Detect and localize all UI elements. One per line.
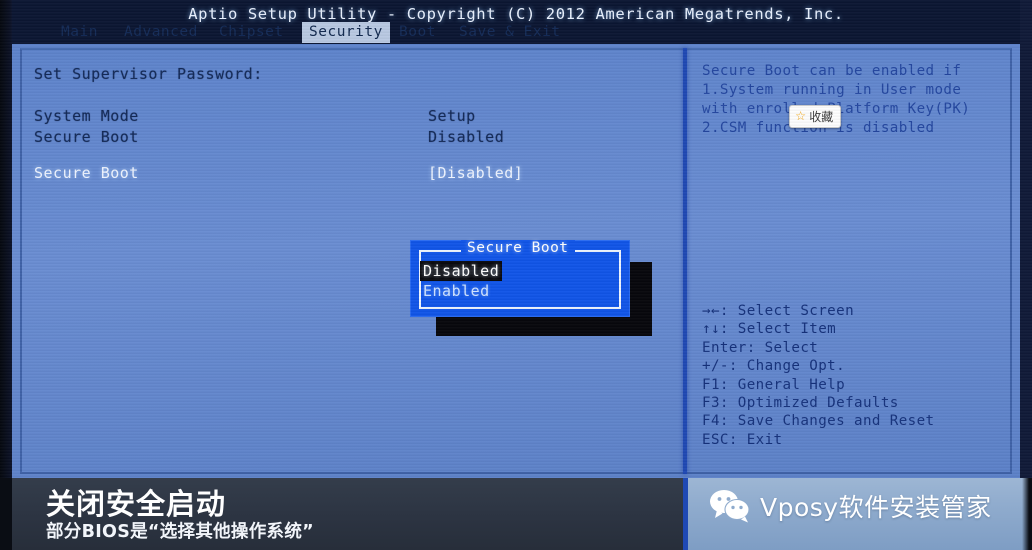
wechat-icon	[709, 489, 751, 523]
setting-label: System Mode	[34, 107, 139, 125]
screenshot-root: Aptio Setup Utility - Copyright (C) 2012…	[0, 0, 1032, 550]
tab-security[interactable]: Security	[302, 22, 390, 43]
setting-value: Disabled	[428, 128, 505, 146]
bios-title: Aptio Setup Utility - Copyright (C) 2012…	[188, 5, 844, 23]
key-legend-line: Enter: Select	[702, 339, 819, 356]
setting-label: Secure Boot	[34, 164, 139, 182]
star-icon: ☆	[795, 108, 807, 124]
help-pane: Secure Boot can be enabled if 1.System ru…	[702, 50, 1002, 470]
setting-row[interactable]: Set Supervisor Password:	[34, 64, 679, 85]
secure-boot-dialog[interactable]: Secure Boot Disabled Enabled	[410, 240, 652, 336]
tab-main[interactable]: Main	[54, 22, 105, 43]
brand-bar: Vposy软件安装管家	[683, 478, 1032, 550]
help-text-line: 2.CSM function is disabled	[702, 120, 935, 136]
bios-header-band: Aptio Setup Utility - Copyright (C) 2012…	[12, 0, 1020, 44]
setting-row[interactable]: Secure Boot Disabled	[34, 127, 679, 148]
key-legend-line: ESC: Exit	[702, 431, 783, 448]
dialog-title: Secure Boot	[461, 240, 575, 256]
help-text-line: Secure Boot can be enabled if	[702, 63, 962, 79]
key-legend-line: F3: Optimized Defaults	[702, 395, 899, 411]
bios-tab-bar: Main Advanced Chipset Security Boot Save & Ex…	[12, 22, 1020, 44]
setting-label: Secure Boot	[34, 128, 139, 146]
caption-headline: 关闭安全启动	[46, 487, 227, 521]
key-legend-line: F1: General Help	[702, 376, 846, 393]
key-legend-line: F4: Save Changes and Reset	[702, 413, 935, 430]
favorite-badge-label: 收藏	[809, 109, 834, 124]
brand-name: Vposy软件安装管家	[760, 493, 992, 522]
help-text-line: 1.System running in User mode	[702, 82, 962, 98]
setting-value: [Disabled]	[428, 164, 524, 182]
setting-label: Set Supervisor Password:	[34, 65, 263, 83]
bios-screen-photo: Aptio Setup Utility - Copyright (C) 2012…	[0, 0, 1032, 478]
tab-boot[interactable]: Boot	[392, 22, 443, 43]
setting-value: Setup	[428, 107, 476, 125]
key-legend-line: +/-: Change Opt.	[702, 358, 846, 375]
tab-chipset[interactable]: Chipset	[212, 22, 291, 43]
dialog-option[interactable]: Disabled	[420, 261, 503, 281]
help-text-line: with enrolled Platform Key(PK)	[702, 101, 971, 117]
brand-right-edge	[1022, 478, 1032, 550]
pane-divider	[683, 48, 687, 474]
dialog-option[interactable]: Enabled	[423, 281, 490, 301]
key-legend-line: ↑↓: Select Item	[702, 321, 837, 338]
favorite-badge[interactable]: ☆ 收藏	[789, 105, 842, 128]
caption-subline: 部分BIOS是“选择其他操作系统”	[46, 522, 314, 542]
setting-row[interactable]: System Mode Setup	[34, 106, 679, 127]
brand-content: Vposy软件安装管家	[709, 488, 992, 524]
dialog-body: Secure Boot Disabled Enabled	[410, 240, 630, 317]
setting-row[interactable]: Secure Boot [Disabled]	[34, 163, 679, 184]
key-legend-line: →←: Select Screen	[702, 303, 855, 319]
tab-advanced[interactable]: Advanced	[117, 22, 205, 43]
caption-bar: 关闭安全启动 部分BIOS是“选择其他操作系统”	[0, 478, 683, 550]
tab-save-exit[interactable]: Save & Exit	[452, 22, 568, 43]
